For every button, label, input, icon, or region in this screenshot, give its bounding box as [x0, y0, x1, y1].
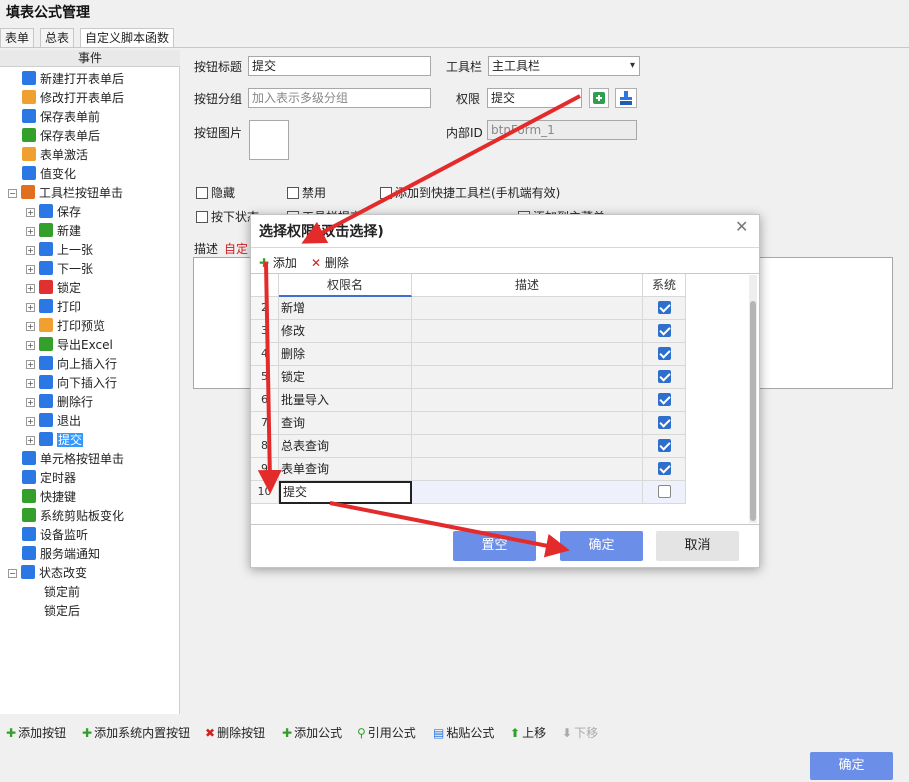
arrow-to-dialog [301, 94, 581, 244]
arrow-to-confirm [329, 501, 570, 558]
annotation-arrows [257, 94, 581, 558]
arrow-to-new-row [257, 261, 282, 494]
